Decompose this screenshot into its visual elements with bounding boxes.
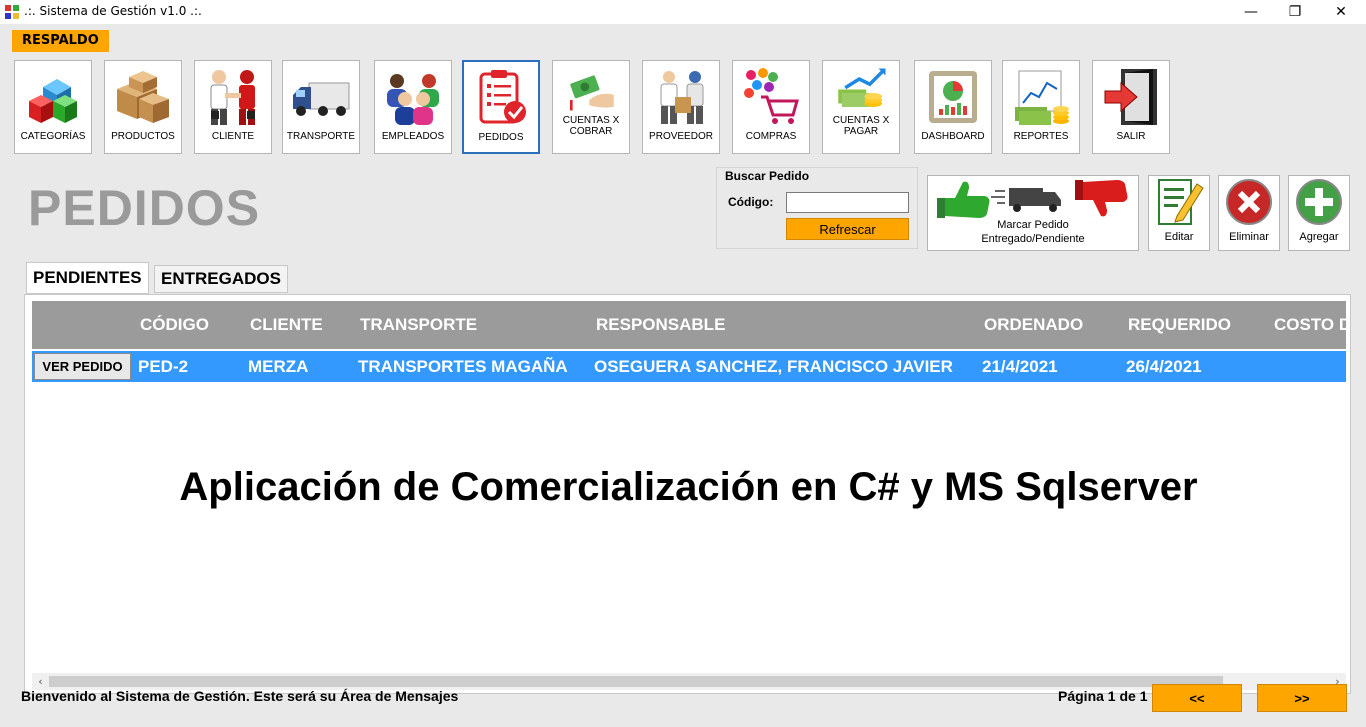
table-row[interactable]: VER PEDIDO PED-2 MERZA TRANSPORTES MAGAÑ… <box>32 351 1346 382</box>
cell-cliente: MERZA <box>248 357 309 376</box>
cell-transporte: TRANSPORTES MAGAÑA <box>358 357 568 376</box>
app-icon <box>5 5 19 19</box>
page-info: Página 1 de 1 <box>1058 688 1148 704</box>
report-money-icon <box>1015 70 1069 125</box>
toolbar-salir-button[interactable]: SALIR <box>1092 60 1170 154</box>
next-page-button[interactable]: >> <box>1257 684 1347 712</box>
truck-icon <box>293 82 350 116</box>
shopping-cart-icon <box>744 68 799 124</box>
mark-label-1: Marcar Pedido <box>997 219 1069 231</box>
money-hand-icon <box>570 75 614 111</box>
code-label: Código: <box>728 195 774 209</box>
view-order-button[interactable]: VER PEDIDO <box>34 353 131 380</box>
toolbar-label: CUENTAS X COBRAR <box>562 115 620 137</box>
column-header-codigo[interactable]: CÓDIGO <box>140 301 209 349</box>
minimize-button[interactable]: — <box>1228 0 1274 24</box>
main-form: RESPALDO CATEGORÍAS PRODUCTOS CLIENTE TR… <box>0 24 1366 727</box>
toolbar-categorias-button[interactable]: CATEGORÍAS <box>14 60 92 154</box>
toolbar-reportes-button[interactable]: REPORTES <box>1002 60 1080 154</box>
dashboard-chart-icon <box>929 71 977 123</box>
tab-pendientes[interactable]: PENDIENTES <box>26 262 149 294</box>
column-header-requerido[interactable]: REQUERIDO <box>1128 301 1231 349</box>
delete-icon <box>1226 179 1272 225</box>
close-button[interactable]: ✕ <box>1318 0 1364 24</box>
mark-label-2: Entregado/Pendiente <box>981 233 1085 245</box>
grid-header: CÓDIGO CLIENTE TRANSPORTE RESPONSABLE OR… <box>32 301 1346 349</box>
clipboard-check-icon <box>479 70 526 124</box>
tab-entregados[interactable]: ENTREGADOS <box>154 265 288 293</box>
cell-ordenado: 21/4/2021 <box>982 357 1058 376</box>
toolbar-transporte-button[interactable]: TRANSPORTE <box>282 60 360 154</box>
delivery-status-icon <box>937 180 1128 218</box>
prev-page-button[interactable]: << <box>1152 684 1242 712</box>
column-header-responsable[interactable]: RESPONSABLE <box>596 301 725 349</box>
cell-responsable: OSEGUERA SANCHEZ, FRANCISCO JAVIER <box>594 357 953 376</box>
toolbar-label: SALIR <box>1116 131 1146 142</box>
minimize-icon: — <box>1244 4 1258 20</box>
toolbar-label: TRANSPORTE <box>286 131 356 142</box>
toolbar-label: PROVEEDOR <box>649 131 713 142</box>
toolbar-empleados-button[interactable]: EMPLEADOS <box>374 60 452 154</box>
delete-button[interactable]: Eliminar <box>1218 175 1280 251</box>
menu-bar: RESPALDO <box>12 29 109 52</box>
toolbar-label: CLIENTE <box>211 131 255 142</box>
toolbar-label: PRODUCTOS <box>111 131 175 142</box>
toolbar-label: PEDIDOS <box>478 132 524 143</box>
column-header-costo[interactable]: COSTO D <box>1274 301 1346 349</box>
handshake-icon <box>210 70 255 125</box>
refresh-button[interactable]: Refrescar <box>786 218 909 240</box>
toolbar-pedidos-button[interactable]: PEDIDOS <box>462 60 540 154</box>
money-arrow-icon <box>838 68 886 107</box>
watermark-caption: Aplicación de Comercialización en C# y M… <box>179 465 1198 509</box>
delete-label: Eliminar <box>1229 231 1269 243</box>
exit-door-icon <box>1104 69 1157 125</box>
toolbar-label: REPORTES <box>1013 131 1069 142</box>
toolbar-cuentas-pagar-button[interactable]: CUENTAS X PAGAR <box>822 60 900 154</box>
status-message: Bienvenido al Sistema de Gestión. Este s… <box>21 688 459 704</box>
toolbar-label: CATEGORÍAS <box>20 131 86 142</box>
page-title: PEDIDOS <box>28 180 261 236</box>
mark-delivered-button[interactable]: Marcar Pedido Entregado/Pendiente <box>927 175 1139 251</box>
restore-icon: ❐ <box>1288 4 1302 20</box>
restore-button[interactable]: ❐ <box>1272 0 1318 24</box>
code-search-input[interactable] <box>786 192 909 213</box>
cubes-icon <box>29 79 77 123</box>
column-header-ordenado[interactable]: ORDENADO <box>984 301 1083 349</box>
supplier-icon <box>660 71 704 124</box>
toolbar-cuentas-cobrar-button[interactable]: CUENTAS X COBRAR <box>552 60 630 154</box>
tab-panel-pendientes: CÓDIGO CLIENTE TRANSPORTE RESPONSABLE OR… <box>24 294 1351 694</box>
close-icon: ✕ <box>1335 4 1347 20</box>
edit-button[interactable]: Editar <box>1148 175 1210 251</box>
toolbar-label: DASHBOARD <box>921 131 985 142</box>
toolbar-label: EMPLEADOS <box>381 131 445 142</box>
menu-respaldo[interactable]: RESPALDO <box>12 30 109 52</box>
people-icon <box>387 74 439 125</box>
window-title: .:. Sistema de Gestión v1.0 .:. <box>24 4 202 18</box>
toolbar-cliente-button[interactable]: CLIENTE <box>194 60 272 154</box>
add-button[interactable]: Agregar <box>1288 175 1350 251</box>
search-group: Buscar Pedido Código: Refrescar <box>716 167 918 249</box>
boxes-icon <box>117 71 169 123</box>
edit-icon <box>1158 179 1204 225</box>
cell-codigo: PED-2 <box>138 357 189 376</box>
toolbar-compras-button[interactable]: COMPRAS <box>732 60 810 154</box>
toolbar-productos-button[interactable]: PRODUCTOS <box>104 60 182 154</box>
edit-label: Editar <box>1164 231 1194 243</box>
toolbar-proveedor-button[interactable]: PROVEEDOR <box>642 60 720 154</box>
scroll-thumb[interactable] <box>49 676 1223 687</box>
cell-requerido: 26/4/2021 <box>1126 357 1202 376</box>
toolbar-dashboard-button[interactable]: DASHBOARD <box>914 60 992 154</box>
add-icon <box>1296 179 1342 225</box>
title-bar: .:. Sistema de Gestión v1.0 .:. — ❐ ✕ <box>0 0 1366 24</box>
search-group-title: Buscar Pedido <box>725 169 810 183</box>
toolbar-label: CUENTAS X PAGAR <box>832 115 890 137</box>
add-label: Agregar <box>1299 231 1339 243</box>
column-header-cliente[interactable]: CLIENTE <box>250 301 323 349</box>
toolbar-label: COMPRAS <box>745 131 797 142</box>
column-header-transporte[interactable]: TRANSPORTE <box>360 301 477 349</box>
